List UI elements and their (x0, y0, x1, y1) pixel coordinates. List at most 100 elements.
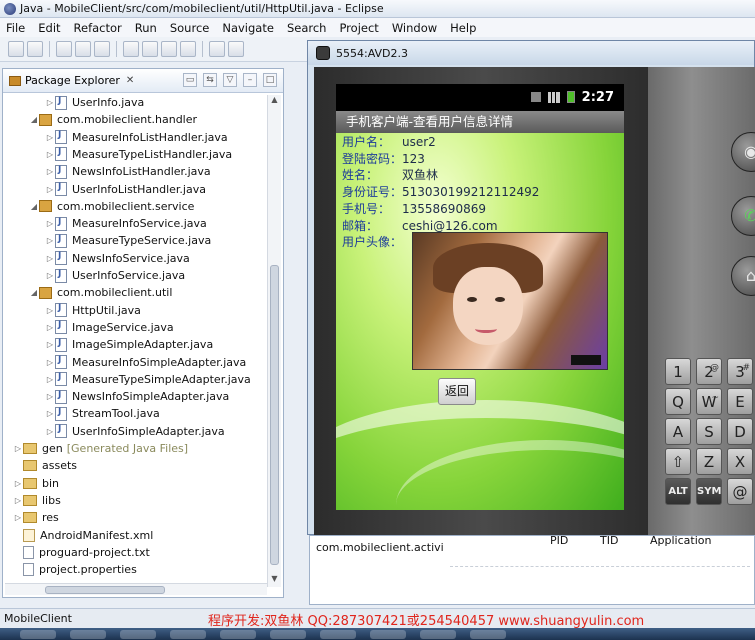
key-2[interactable]: 2 @ (696, 358, 722, 385)
key-q[interactable]: Q (665, 388, 691, 415)
taskbar-item[interactable] (370, 629, 406, 639)
collapsed-arrow-icon[interactable]: ▷ (45, 150, 55, 159)
collapsed-arrow-icon[interactable]: ▷ (45, 254, 55, 263)
collapsed-arrow-icon[interactable]: ▷ (13, 444, 23, 453)
collapsed-arrow-icon[interactable]: ▷ (45, 271, 55, 280)
collapsed-arrow-icon[interactable]: ▷ (45, 219, 55, 228)
tree-item[interactable]: ▷ MeasureTypeListHandler.java (45, 146, 232, 163)
new-dropdown-icon[interactable] (27, 41, 43, 57)
taskbar-item[interactable] (420, 629, 456, 639)
key-x[interactable]: X (727, 448, 753, 475)
package-explorer-tab[interactable]: Package Explorer ✕ ▭ ⇆ ▽ – □ (3, 69, 283, 93)
scrollbar-thumb[interactable] (270, 265, 279, 565)
tree-item[interactable]: assets (13, 457, 77, 474)
taskbar-item[interactable] (320, 629, 356, 639)
tree-item[interactable]: ▷ libs (13, 492, 61, 509)
expanded-arrow-icon[interactable]: ◢ (29, 288, 39, 297)
column-tid[interactable]: TID (600, 534, 618, 547)
expanded-arrow-icon[interactable]: ◢ (29, 202, 39, 211)
collapsed-arrow-icon[interactable]: ▷ (45, 358, 55, 367)
tree-item[interactable]: ▷ HttpUtil.java (45, 302, 141, 319)
key-sym[interactable]: SYM (696, 478, 722, 505)
key-@[interactable]: @ (727, 478, 753, 505)
taskbar-item[interactable] (470, 629, 506, 639)
taskbar-item[interactable] (220, 629, 256, 639)
tree-item[interactable]: ▷ UserInfo.java (45, 94, 144, 111)
collapsed-arrow-icon[interactable]: ▷ (45, 375, 55, 384)
tree-item[interactable]: ◢ com.mobileclient.handler (29, 111, 197, 128)
tree-item[interactable]: ▷ NewsInfoListHandler.java (45, 163, 211, 180)
tree-item[interactable]: ▷ StreamTool.java (45, 405, 160, 422)
save-icon[interactable] (56, 41, 72, 57)
avd-manager-icon[interactable] (142, 41, 158, 57)
save-all-icon[interactable] (75, 41, 91, 57)
collapsed-arrow-icon[interactable]: ▷ (45, 98, 55, 107)
tree-item[interactable]: proguard-project.txt (13, 544, 150, 561)
collapsed-arrow-icon[interactable]: ▷ (45, 236, 55, 245)
key-s[interactable]: S (696, 418, 722, 445)
scroll-down-icon[interactable]: ▼ (268, 574, 281, 587)
tree-item[interactable]: ▷ res (13, 509, 59, 526)
menu-window[interactable]: Window (392, 21, 437, 35)
tree-item[interactable]: ▷ MeasureTypeSimpleAdapter.java (45, 371, 251, 388)
key-e[interactable]: E (727, 388, 753, 415)
collapsed-arrow-icon[interactable]: ▷ (45, 323, 55, 332)
taskbar-item[interactable] (170, 629, 206, 639)
taskbar-item[interactable] (270, 629, 306, 639)
tree-item[interactable]: ▷ MeasureInfoService.java (45, 215, 207, 232)
collapsed-arrow-icon[interactable]: ▷ (45, 409, 55, 418)
menu-navigate[interactable]: Navigate (222, 21, 274, 35)
tree-item[interactable]: ▷ MeasureInfoListHandler.java (45, 129, 228, 146)
collapsed-arrow-icon[interactable]: ▷ (45, 340, 55, 349)
collapsed-arrow-icon[interactable]: ▷ (45, 392, 55, 401)
tree-item[interactable]: project.properties (13, 561, 137, 578)
run-icon[interactable] (228, 41, 244, 57)
android-sdk-icon[interactable] (123, 41, 139, 57)
tree-item[interactable]: ▷ bin (13, 475, 59, 492)
new-icon[interactable] (8, 41, 24, 57)
explorer-vertical-scrollbar[interactable]: ▲ ▼ (267, 95, 281, 587)
tree-item[interactable]: ◢ com.mobileclient.service (29, 198, 195, 215)
tree-item[interactable]: ▷ MeasureTypeService.java (45, 232, 211, 249)
tree-item[interactable]: ▷ ImageSimpleAdapter.java (45, 336, 213, 353)
collapsed-arrow-icon[interactable]: ▷ (45, 306, 55, 315)
taskbar-item[interactable] (70, 629, 106, 639)
collapsed-arrow-icon[interactable]: ▷ (45, 185, 55, 194)
scroll-up-icon[interactable]: ▲ (268, 95, 281, 108)
taskbar-item[interactable] (120, 629, 156, 639)
key-z[interactable]: Z (696, 448, 722, 475)
tree-item[interactable]: ▷ NewsInfoService.java (45, 250, 190, 267)
tree-item[interactable]: ▷ NewsInfoSimpleAdapter.java (45, 388, 229, 405)
menu-file[interactable]: File (6, 21, 25, 35)
collapsed-arrow-icon[interactable]: ▷ (13, 496, 23, 505)
menu-refactor[interactable]: Refactor (74, 21, 122, 35)
expanded-arrow-icon[interactable]: ◢ (29, 115, 39, 124)
menu-edit[interactable]: Edit (38, 21, 60, 35)
back-button[interactable]: 返回 (438, 378, 476, 405)
scrollbar-thumb[interactable] (45, 586, 165, 594)
explorer-horizontal-scrollbar[interactable] (5, 583, 267, 595)
minimize-icon[interactable]: – (243, 73, 257, 87)
collapsed-arrow-icon[interactable]: ▷ (13, 513, 23, 522)
taskbar-item[interactable] (20, 629, 56, 639)
key-d[interactable]: D (727, 418, 753, 445)
debug-icon[interactable] (209, 41, 225, 57)
tree-item[interactable]: ▷ UserInfoSimpleAdapter.java (45, 423, 225, 440)
column-pid[interactable]: PID (550, 534, 568, 547)
menu-run[interactable]: Run (135, 21, 157, 35)
menu-search[interactable]: Search (287, 21, 327, 35)
collapsed-arrow-icon[interactable]: ▷ (45, 133, 55, 142)
column-application[interactable]: Application (650, 534, 711, 547)
tree-item[interactable]: ▷ MeasureInfoSimpleAdapter.java (45, 354, 246, 371)
key-alt[interactable]: ALT (665, 478, 691, 505)
tree-item[interactable]: ▷ UserInfoService.java (45, 267, 185, 284)
view-menu-icon[interactable]: ▽ (223, 73, 237, 87)
tree-item[interactable]: ▷ gen [Generated Java Files] (13, 440, 188, 457)
link-with-editor-icon[interactable]: ⇆ (203, 73, 217, 87)
maximize-icon[interactable]: □ (263, 73, 277, 87)
key-w[interactable]: W ~ (696, 388, 722, 415)
collapsed-arrow-icon[interactable]: ▷ (45, 427, 55, 436)
tree-item[interactable]: ▷ ImageService.java (45, 319, 174, 336)
tree-item[interactable]: ▷ UserInfoListHandler.java (45, 181, 206, 198)
lint-icon[interactable] (161, 41, 177, 57)
